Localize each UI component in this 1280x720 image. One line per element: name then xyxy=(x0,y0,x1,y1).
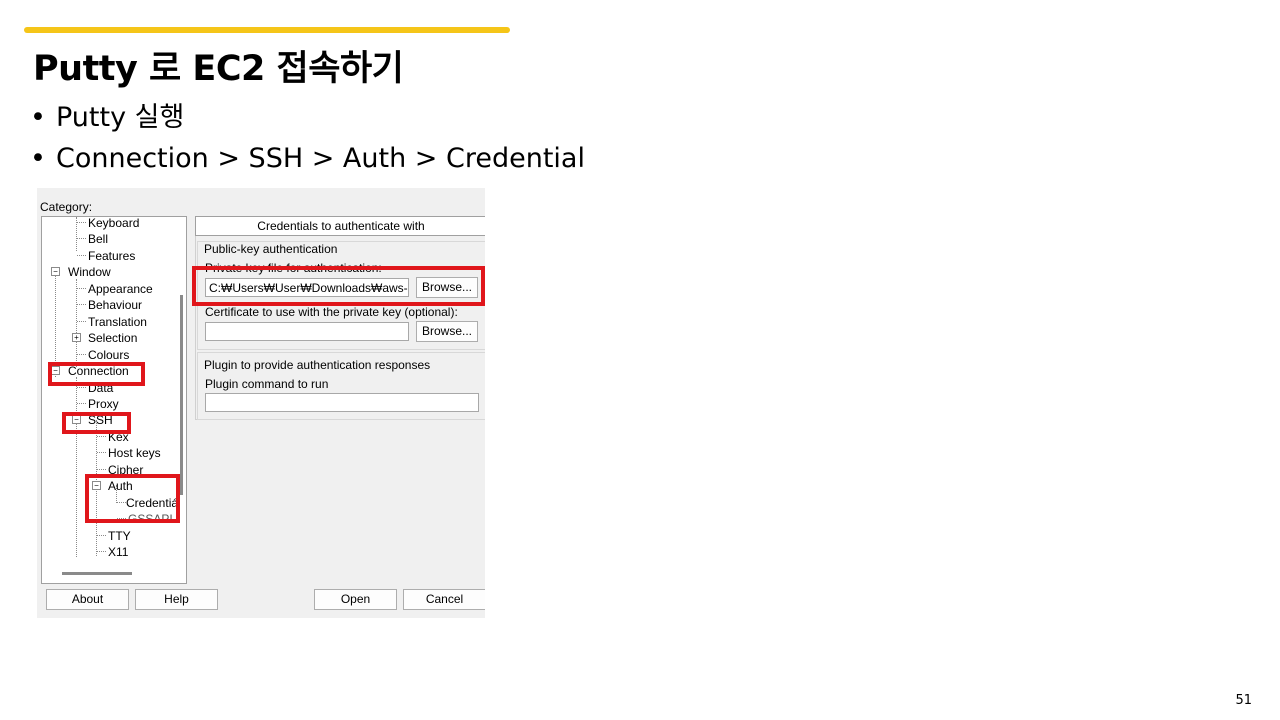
bullet-icon: • xyxy=(30,102,46,133)
tree-branch xyxy=(77,222,86,223)
tree-item-tty[interactable]: TTY xyxy=(108,528,131,544)
tree-item-colours[interactable]: Colours xyxy=(88,347,129,363)
tree-branch xyxy=(97,452,106,453)
open-button[interactable]: Open xyxy=(314,589,397,610)
bullet-icon: • xyxy=(30,143,46,174)
tree-branch xyxy=(77,354,86,355)
bullet-text: Connection > SSH > Auth > Credential xyxy=(56,143,585,174)
tree-item-appearance[interactable]: Appearance xyxy=(88,281,153,297)
tree-item-bell[interactable]: Bell xyxy=(88,231,108,247)
expand-icon[interactable]: + xyxy=(72,333,81,342)
highlight-private-key xyxy=(192,266,485,306)
certificate-label: Certificate to use with the private key … xyxy=(205,305,458,319)
tree-branch xyxy=(97,551,106,552)
tree-guide-line xyxy=(76,377,77,557)
bullet-item: • Putty 실행 xyxy=(30,97,585,138)
tree-branch xyxy=(77,403,86,404)
category-tree[interactable]: − + − − − Keyboard Bell Features Window … xyxy=(41,216,187,584)
collapse-icon[interactable]: − xyxy=(51,267,60,276)
tree-item-proxy[interactable]: Proxy xyxy=(88,396,119,412)
cancel-button[interactable]: Cancel xyxy=(403,589,485,610)
tree-item-features[interactable]: Features xyxy=(88,248,135,264)
highlight-auth-credentials xyxy=(85,474,180,523)
plugin-command-input[interactable] xyxy=(205,393,479,412)
tree-branch xyxy=(97,535,106,536)
tree-item-host-keys[interactable]: Host keys xyxy=(108,445,161,461)
tree-item-translation[interactable]: Translation xyxy=(88,314,147,330)
tree-branch xyxy=(77,304,86,305)
tree-branch xyxy=(97,469,106,470)
highlight-connection xyxy=(48,362,145,386)
category-label: Category: xyxy=(40,200,93,214)
tree-item-keyboard[interactable]: Keyboard xyxy=(88,217,139,231)
bullet-list: • Putty 실행 • Connection > SSH > Auth > Cre… xyxy=(30,97,585,179)
highlight-ssh xyxy=(62,412,131,434)
browse-certificate-button[interactable]: Browse... xyxy=(416,321,478,342)
tree-branch xyxy=(77,288,86,289)
putty-configuration-screenshot: Category: − + − − − Keyboard Bell Featur… xyxy=(37,188,485,618)
pubkey-group-label: Public-key authentication xyxy=(204,242,338,256)
tree-item-selection[interactable]: Selection xyxy=(88,330,137,346)
tree-branch xyxy=(97,436,106,437)
bullet-text: Putty 실행 xyxy=(56,102,185,133)
plugin-command-label: Plugin command to run xyxy=(205,377,329,391)
tree-horizontal-scrollbar[interactable] xyxy=(62,572,132,575)
tree-branch xyxy=(77,238,86,239)
panel-header: Credentials to authenticate with xyxy=(195,216,485,236)
help-button[interactable]: Help xyxy=(135,589,218,610)
tree-vertical-scrollbar[interactable] xyxy=(180,295,183,495)
slide-title: Putty 로 EC2 접속하기 xyxy=(33,49,404,89)
bullet-item: • Connection > SSH > Auth > Credential xyxy=(30,138,585,179)
certificate-file-input[interactable] xyxy=(205,322,409,341)
tree-item-x11[interactable]: X11 xyxy=(108,544,128,560)
tree-branch xyxy=(77,321,86,322)
tree-branch xyxy=(77,387,86,388)
plugin-group-label: Plugin to provide authentication respons… xyxy=(204,358,431,372)
page-number: 51 xyxy=(1235,693,1252,708)
about-button[interactable]: About xyxy=(46,589,129,610)
tree-branch xyxy=(77,255,86,256)
accent-bar xyxy=(24,27,510,33)
tree-item-behaviour[interactable]: Behaviour xyxy=(88,297,142,313)
tree-item-window[interactable]: Window xyxy=(68,264,111,280)
